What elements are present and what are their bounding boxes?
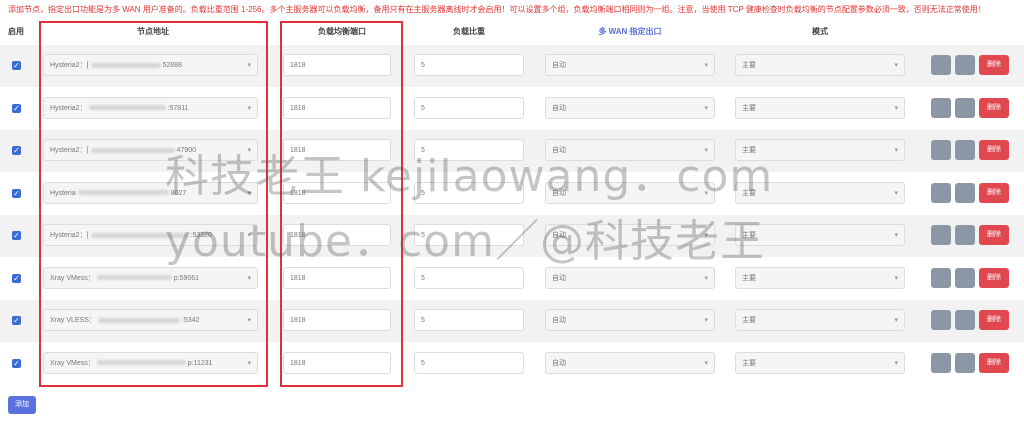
header-weight: 负载比重 <box>453 26 485 36</box>
move-down-button[interactable] <box>955 352 975 373</box>
wan-select[interactable]: 自动 ▾ <box>545 96 715 119</box>
move-down-button[interactable] <box>955 55 975 75</box>
chevron-down-icon: ▾ <box>894 147 898 154</box>
wan-select[interactable]: 自动 ▾ <box>545 266 715 289</box>
check-icon: ✓ <box>13 231 20 240</box>
mode-value: 主要 <box>742 62 756 69</box>
move-down-button[interactable] <box>955 310 975 330</box>
chevron-down-icon: ▾ <box>894 62 898 69</box>
move-down-button[interactable] <box>955 140 975 160</box>
mode-value: 主要 <box>742 359 756 367</box>
delete-button[interactable]: 删除 <box>979 97 1009 118</box>
wan-select[interactable]: 自动 ▾ <box>545 351 715 374</box>
move-up-button[interactable] <box>931 97 951 118</box>
chevron-down-icon: ▾ <box>704 104 708 112</box>
chevron-down-icon: ▾ <box>894 232 898 239</box>
move-up-button[interactable] <box>931 267 951 288</box>
weight-input[interactable]: 5 <box>414 54 524 76</box>
enable-checkbox[interactable]: ✓ <box>12 61 21 70</box>
mode-select[interactable]: 主要 ▾ <box>735 96 905 119</box>
move-down-button[interactable] <box>955 267 975 288</box>
delete-button[interactable]: 删除 <box>979 225 1009 245</box>
weight-input[interactable]: 5 <box>414 266 524 289</box>
check-icon: ✓ <box>13 146 20 155</box>
enable-checkbox[interactable]: ✓ <box>12 316 21 325</box>
move-up-button[interactable] <box>931 352 951 373</box>
notice-text: 添加节点，指定出口功能是为多 WAN 用户准备的。负载比重范围 1-256。多个… <box>8 5 986 14</box>
mode-select[interactable]: 主要 ▾ <box>735 54 905 76</box>
header-wan: 多 WAN 指定出口 <box>598 26 662 36</box>
check-icon: ✓ <box>13 316 20 325</box>
chevron-down-icon: ▾ <box>894 317 898 324</box>
chevron-down-icon: ▾ <box>894 274 898 282</box>
move-down-button[interactable] <box>955 225 975 245</box>
wan-value: 自动 <box>552 317 566 324</box>
wan-value: 自动 <box>552 359 566 367</box>
move-down-button[interactable] <box>955 182 975 203</box>
move-up-button[interactable] <box>931 140 951 160</box>
chevron-down-icon: ▾ <box>894 189 898 197</box>
chevron-down-icon: ▾ <box>894 104 898 112</box>
weight-input[interactable]: 5 <box>414 309 524 331</box>
delete-button[interactable]: 删除 <box>979 182 1009 203</box>
wan-value: 自动 <box>552 274 566 282</box>
mode-select[interactable]: 主要 ▾ <box>735 309 905 331</box>
check-icon: ✓ <box>13 358 20 368</box>
chevron-down-icon: ▾ <box>704 274 708 282</box>
watermark-line1: 科技老王 kejilaowang．com <box>165 151 774 202</box>
chevron-down-icon: ▾ <box>704 359 708 367</box>
move-down-button[interactable] <box>955 97 975 118</box>
highlight-box-node <box>39 21 268 387</box>
highlight-box-port <box>280 21 403 387</box>
mode-select[interactable]: 主要 ▾ <box>735 351 905 374</box>
wan-value: 自动 <box>552 104 566 112</box>
enable-checkbox[interactable]: ✓ <box>12 273 21 283</box>
enable-checkbox[interactable]: ✓ <box>12 358 21 368</box>
delete-button[interactable]: 删除 <box>979 140 1009 160</box>
watermark-line2: youtube．com／@科技老王 <box>165 216 765 267</box>
move-up-button[interactable] <box>931 182 951 203</box>
header-enable: 启用 <box>8 26 24 36</box>
header-mode: 模式 <box>812 26 828 36</box>
enable-checkbox[interactable]: ✓ <box>12 231 21 240</box>
move-up-button[interactable] <box>931 225 951 245</box>
weight-input[interactable]: 5 <box>414 96 524 119</box>
check-icon: ✓ <box>13 61 20 70</box>
delete-button[interactable]: 删除 <box>979 310 1009 330</box>
weight-input[interactable]: 5 <box>414 351 524 374</box>
enable-checkbox[interactable]: ✓ <box>12 146 21 155</box>
move-up-button[interactable] <box>931 310 951 330</box>
wan-select[interactable]: 自动 ▾ <box>545 309 715 331</box>
wan-select[interactable]: 自动 ▾ <box>545 54 715 76</box>
wan-value: 自动 <box>552 62 566 69</box>
delete-button[interactable]: 删除 <box>979 267 1009 288</box>
add-button[interactable]: 添加 <box>8 396 36 414</box>
delete-button[interactable]: 删除 <box>979 55 1009 75</box>
mode-value: 主要 <box>742 317 756 324</box>
enable-checkbox[interactable]: ✓ <box>12 188 21 198</box>
chevron-down-icon: ▾ <box>704 62 708 69</box>
check-icon: ✓ <box>13 273 20 283</box>
enable-checkbox[interactable]: ✓ <box>12 103 21 113</box>
mode-value: 主要 <box>742 274 756 282</box>
chevron-down-icon: ▾ <box>704 317 708 324</box>
mode-value: 主要 <box>742 104 756 112</box>
delete-button[interactable]: 删除 <box>979 352 1009 373</box>
check-icon: ✓ <box>13 103 20 113</box>
move-up-button[interactable] <box>931 55 951 75</box>
check-icon: ✓ <box>13 188 20 198</box>
mode-select[interactable]: 主要 ▾ <box>735 266 905 289</box>
chevron-down-icon: ▾ <box>894 359 898 367</box>
